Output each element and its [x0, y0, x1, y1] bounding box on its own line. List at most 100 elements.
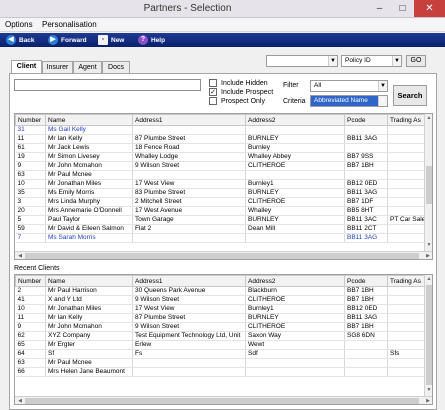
- tab-docs[interactable]: Docs: [102, 61, 130, 73]
- scroll-left-icon[interactable]: ◀: [16, 252, 24, 259]
- table-row[interactable]: 41 X and Y Ltd 9 Wilson Street CLITHEROE BB7…: [15, 295, 428, 305]
- table-row[interactable]: 10 Mr Jonathan Miles 17 West View Burnley1 B…: [15, 179, 429, 189]
- scroll-thumb[interactable]: [426, 166, 432, 204]
- table-row[interactable]: 3 Mrs Linda Murphy 2 Mitchell Street CLITHE…: [15, 197, 429, 207]
- new-button[interactable]: ▫ New: [98, 34, 124, 46]
- cell-number: 59: [15, 224, 46, 234]
- search-button[interactable]: Search: [393, 85, 427, 106]
- cell-address1: Flat 2: [132, 224, 246, 234]
- table-row[interactable]: 63 Mr Paul Mcnee: [15, 170, 429, 180]
- col-header-name[interactable]: Name: [45, 114, 133, 126]
- table-row[interactable]: 20 Mrs Annemarie O'Donnell 17 West Avenue W…: [15, 206, 429, 216]
- scroll-right-icon[interactable]: ▶: [424, 397, 432, 404]
- scroll-thumb[interactable]: [25, 398, 419, 404]
- include-hidden-checkbox[interactable]: Include Hidden: [209, 79, 268, 87]
- chevron-down-icon[interactable]: ▼: [328, 56, 337, 66]
- cell-trading-as: [387, 367, 428, 377]
- col-header-number[interactable]: Number: [15, 114, 46, 126]
- col-header-address2[interactable]: Address2: [245, 114, 345, 126]
- tab-insurer[interactable]: Insurer: [42, 61, 73, 73]
- back-button[interactable]: ◀ Back: [6, 34, 35, 46]
- table-row[interactable]: 11 Mr Ian Kelly 87 Plumbe Street BURNLEY BB1…: [15, 134, 429, 144]
- cell-number: 61: [15, 143, 46, 153]
- col-header-address1[interactable]: Address1: [132, 275, 246, 287]
- scroll-left-icon[interactable]: ◀: [16, 397, 24, 404]
- menu-options[interactable]: Options: [5, 20, 33, 29]
- filter-select[interactable]: All ▼: [310, 80, 388, 92]
- table-row[interactable]: 5 Paul Taylor Town Garage BURNLEY BB11 3AC PT…: [15, 215, 429, 225]
- table-row[interactable]: 7 Ms Sarah Morris BB11 3AG: [15, 233, 429, 243]
- tab-agent[interactable]: Agent: [73, 61, 102, 73]
- cell-number: 7: [15, 233, 46, 243]
- table-row[interactable]: 35 Ms Emily Morris 83 Plumbe Street BURNLEY…: [15, 188, 429, 198]
- cell-pcode: BB12 0ED: [344, 179, 388, 189]
- chevron-down-icon[interactable]: ▼: [378, 81, 387, 91]
- cell-trading-as: [387, 340, 428, 350]
- search-input[interactable]: [14, 79, 201, 91]
- cell-address1: 83 Plumbe Street: [132, 188, 246, 198]
- cell-address1: Test Equipment Technology Ltd, Unit: [132, 331, 246, 341]
- table-row[interactable]: 63 Mr Paul Mcnee: [15, 358, 428, 368]
- table-row[interactable]: 11 Mr Ian Kelly 87 Plumbe Street BURNLEY BB1…: [15, 313, 428, 323]
- help-button[interactable]: ? Help: [138, 34, 165, 46]
- cell-name: Mr Ian Kelly: [45, 134, 133, 144]
- chevron-down-icon[interactable]: ▼: [378, 96, 387, 106]
- scroll-down-icon[interactable]: ▼: [425, 387, 432, 395]
- close-button[interactable]: ✕: [414, 0, 445, 17]
- cell-trading-as: [387, 143, 429, 153]
- table-row[interactable]: 10 Mr Jonathan Miles 17 West View Burnley1 B…: [15, 304, 428, 314]
- col-header-name[interactable]: Name: [45, 275, 133, 287]
- menu-personalisation[interactable]: Personalisation: [42, 20, 97, 29]
- table-row[interactable]: 66 Mrs Helen Jane Beaumont: [15, 367, 428, 377]
- recent-clients-grid[interactable]: Number Name Address1 Address2 Pcode Trad…: [14, 274, 433, 405]
- table-row[interactable]: 61 Mr Jack Lewis 18 Fence Road Burnley: [15, 143, 429, 153]
- cell-name: Mr Jonathan Miles: [45, 304, 133, 314]
- tab-client[interactable]: Client: [11, 60, 42, 74]
- go-button[interactable]: GO: [406, 55, 426, 67]
- table-row[interactable]: 2 Mr Paul Harrison 30 Queens Park Avenue Bl…: [15, 286, 428, 296]
- scroll-up-icon[interactable]: ▲: [425, 115, 432, 123]
- scroll-thumb[interactable]: [25, 253, 419, 259]
- table-row[interactable]: 62 XYZ Company Test Equipment Technology L…: [15, 331, 428, 341]
- results-horizontal-scrollbar[interactable]: ◀ ▶: [15, 251, 432, 259]
- criteria-select[interactable]: Abbreviated Name ▼: [310, 95, 388, 107]
- cell-name: Ms Sarah Morris: [45, 233, 133, 243]
- minimize-button[interactable]: –: [368, 0, 391, 17]
- col-header-address1[interactable]: Address1: [132, 114, 246, 126]
- quick-search-input[interactable]: ▼: [266, 55, 338, 67]
- scroll-thumb[interactable]: [426, 285, 432, 385]
- col-header-pcode[interactable]: Pcode: [344, 114, 388, 126]
- search-field-select[interactable]: Policy ID ▼: [341, 55, 402, 67]
- results-vertical-scrollbar[interactable]: ▲ ▼: [424, 114, 432, 251]
- chevron-down-icon[interactable]: ▼: [392, 56, 401, 66]
- cell-pcode: BB5 8HT: [344, 206, 388, 216]
- scroll-right-icon[interactable]: ▶: [424, 252, 432, 259]
- scroll-up-icon[interactable]: ▲: [425, 276, 432, 284]
- table-row[interactable]: 31 Ms Gail Kelly: [15, 125, 429, 135]
- col-header-trading-as[interactable]: Trading As: [387, 275, 428, 287]
- col-header-number[interactable]: Number: [15, 275, 46, 287]
- cell-address2: BURNLEY: [245, 188, 345, 198]
- prospect-only-checkbox[interactable]: Prospect Only: [209, 97, 265, 105]
- cell-number: 31: [15, 125, 46, 135]
- results-grid[interactable]: Number Name Address1 Address2 Pcode Trad…: [14, 113, 433, 260]
- table-row[interactable]: 65 Mr Ergter Erlew Wewt: [15, 340, 428, 350]
- maximize-button[interactable]: □: [391, 0, 414, 17]
- cell-pcode: [344, 340, 388, 350]
- scroll-down-icon[interactable]: ▼: [425, 242, 432, 250]
- table-row[interactable]: 9 Mr John Mcmahon 9 Wilson Street CLITHEROE…: [15, 322, 428, 332]
- recent-horizontal-scrollbar[interactable]: ◀ ▶: [15, 396, 432, 404]
- col-header-trading-as[interactable]: Trading As: [386, 114, 429, 126]
- recent-vertical-scrollbar[interactable]: ▲ ▼: [424, 275, 432, 396]
- table-row[interactable]: 19 Mr Simon Livesey Whalley Lodge Whalley A…: [15, 152, 429, 162]
- forward-button[interactable]: ▶ Forward: [48, 34, 87, 46]
- cell-address1: 17 West View: [132, 304, 246, 314]
- table-row[interactable]: 9 Mr John Mcmahon 9 Wilson Street CLITHEROE…: [15, 161, 429, 171]
- cell-address2: [245, 358, 345, 368]
- table-row[interactable]: 59 Mr David & Eileen Salmon Flat 2 Dean Mil…: [15, 224, 429, 234]
- table-row[interactable]: 64 Sf Fs Sdf Sfs: [15, 349, 428, 359]
- cell-trading-as: [387, 322, 428, 332]
- col-header-pcode[interactable]: Pcode: [344, 275, 388, 287]
- include-prospect-checkbox[interactable]: ✓ Include Prospect: [209, 88, 273, 96]
- col-header-address2[interactable]: Address2: [245, 275, 345, 287]
